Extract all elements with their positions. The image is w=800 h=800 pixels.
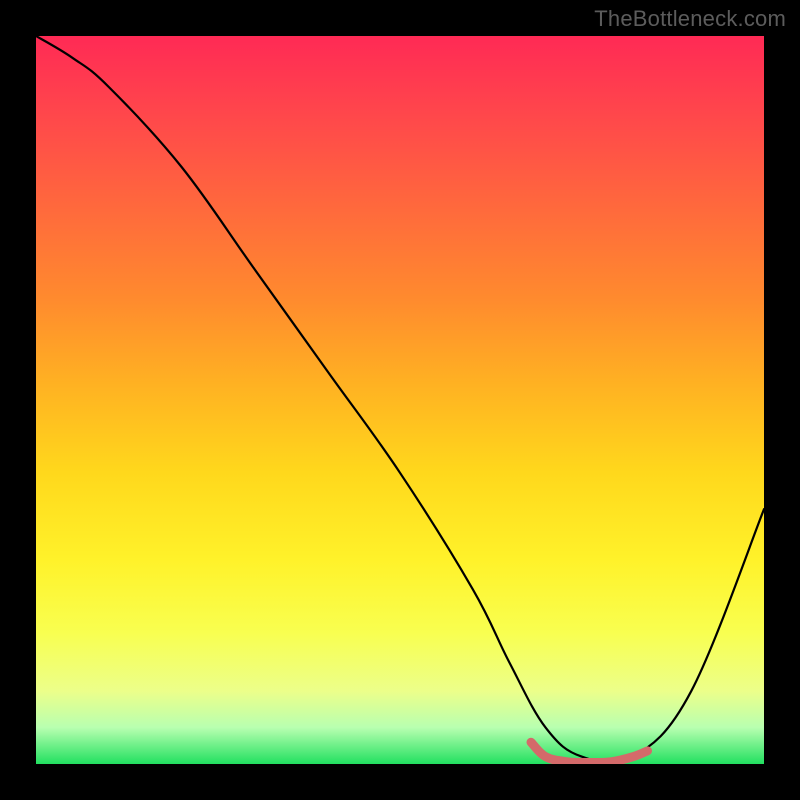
chart-svg bbox=[36, 36, 764, 764]
optimal-segment-path bbox=[531, 742, 648, 762]
chart-frame: TheBottleneck.com bbox=[0, 0, 800, 800]
bottleneck-curve-path bbox=[36, 36, 764, 763]
plot-area bbox=[36, 36, 764, 764]
watermark-text: TheBottleneck.com bbox=[594, 6, 786, 32]
main-curve bbox=[36, 36, 764, 763]
optimal-segment bbox=[531, 742, 648, 762]
